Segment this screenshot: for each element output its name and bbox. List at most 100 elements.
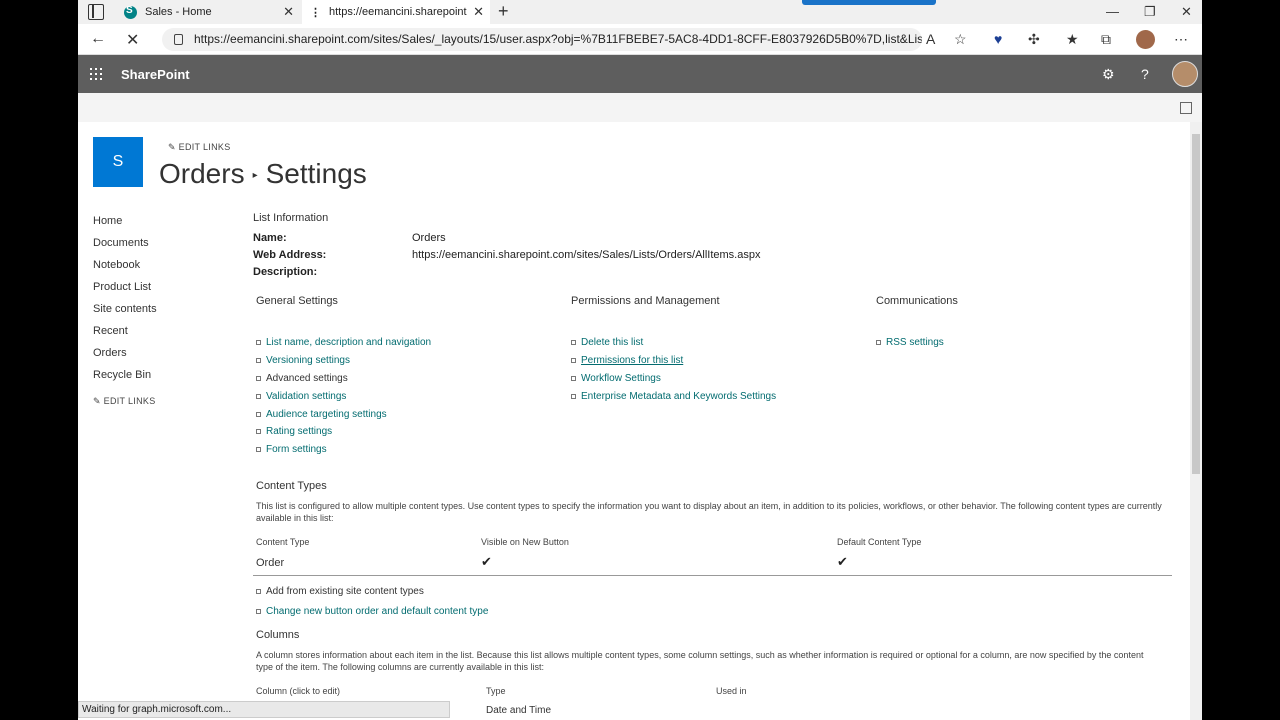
address-bar: ← ✕ https://eemancini.sharepoint.com/sit… [78, 24, 1202, 55]
page-title: Orders ▸ Settings [159, 158, 367, 190]
vertical-scrollbar[interactable] [1190, 122, 1202, 720]
edit-links-top[interactable]: ✎ EDIT LINKS [168, 142, 231, 153]
nav-item-product-list[interactable]: Product List [93, 280, 243, 302]
status-bar: Waiting for graph.microsoft.com... [78, 701, 450, 718]
list-information-heading: List Information [253, 212, 329, 224]
th-type: Type [486, 686, 506, 696]
link-versioning[interactable]: Versioning settings [256, 352, 556, 370]
tab-sales-home[interactable]: Sales - Home ✕ [118, 0, 300, 24]
title-settings: Settings [265, 158, 367, 189]
general-settings-heading: General Settings [256, 295, 338, 307]
th-column: Column (click to edit) [256, 686, 341, 696]
bullet-icon [571, 358, 576, 364]
more-menu-icon[interactable]: ⋯ [1174, 31, 1188, 48]
checkmark-icon: ✔ [837, 554, 848, 569]
nav-item-recycle-bin[interactable]: Recycle Bin [93, 368, 243, 390]
pencil-icon: ✎ [93, 396, 101, 406]
scrollbar-thumb[interactable] [1192, 134, 1200, 474]
tab-label: Sales - Home [145, 6, 212, 18]
pencil-icon: ✎ [168, 142, 176, 152]
heart-shield-icon[interactable]: ♥ [994, 31, 1002, 47]
focus-content-icon[interactable] [1180, 102, 1192, 114]
permissions-section: Permissions and Management Delete this l… [571, 295, 861, 405]
link-change-button-order[interactable]: Change new button order and default cont… [256, 603, 488, 621]
link-enterprise-metadata[interactable]: Enterprise Metadata and Keywords Setting… [571, 387, 861, 405]
back-arrow-icon[interactable]: ← [90, 30, 106, 48]
link-delete-list[interactable]: Delete this list [571, 334, 861, 352]
notification-strip [802, 0, 936, 5]
suite-title[interactable]: SharePoint [121, 67, 190, 82]
ribbon [78, 93, 1202, 122]
window-close-icon[interactable]: ✕ [1181, 4, 1192, 20]
minimize-icon[interactable]: — [1106, 4, 1119, 19]
quick-launch: Home Documents Notebook Product List Sit… [93, 214, 243, 407]
bullet-icon [256, 411, 261, 417]
nav-item-documents[interactable]: Documents [93, 236, 243, 258]
url-text: https://eemancini.sharepoint.com/sites/S… [194, 32, 922, 46]
close-icon[interactable]: ✕ [473, 4, 484, 20]
nav-item-orders[interactable]: Orders [93, 346, 243, 368]
url-field[interactable]: https://eemancini.sharepoint.com/sites/S… [162, 28, 922, 51]
th-visible: Visible on New Button [481, 537, 569, 547]
th-default: Default Content Type [837, 537, 922, 547]
user-avatar[interactable] [1172, 61, 1198, 87]
tab-active[interactable]: ⋮ https://eemancini.sharepoint.co ✕ [302, 0, 490, 24]
checkmark-icon: ✔ [481, 554, 492, 569]
th-content-type: Content Type [256, 537, 310, 547]
help-icon[interactable]: ? [1141, 66, 1149, 82]
link-validation[interactable]: Validation settings [256, 387, 556, 405]
tab-bar: Sales - Home ✕ ⋮ https://eemancini.share… [78, 0, 1202, 24]
bullet-icon [256, 340, 261, 346]
favorite-star-icon[interactable]: ☆ [954, 31, 967, 48]
nav-item-recent[interactable]: Recent [93, 324, 243, 346]
link-rating[interactable]: Rating settings [256, 423, 556, 441]
link-list-name[interactable]: List name, description and navigation [256, 334, 556, 352]
link-add-content-types[interactable]: Add from existing site content types [256, 583, 424, 601]
collections-icon[interactable]: ⧉ [1101, 31, 1111, 48]
communications-section: Communications RSS settings [876, 295, 1126, 352]
site-logo[interactable]: S [93, 137, 143, 187]
tab-actions-icon[interactable] [88, 4, 104, 20]
link-rss[interactable]: RSS settings [876, 334, 1126, 352]
maximize-icon[interactable]: ❐ [1144, 4, 1156, 20]
general-settings-section: General Settings List name, description … [256, 295, 556, 459]
page-content: S ✎ EDIT LINKS Orders ▸ Settings Home Docu… [78, 122, 1190, 720]
extensions-icon[interactable]: ✣ [1028, 31, 1040, 48]
bullet-icon [256, 393, 261, 399]
link-workflow[interactable]: Workflow Settings [571, 370, 861, 388]
content-type-order[interactable]: Order [256, 557, 284, 569]
permissions-heading: Permissions and Management [571, 295, 720, 307]
divider [253, 575, 1172, 576]
bullet-icon [256, 429, 261, 435]
bullet-icon [571, 375, 576, 381]
column-type-value: Date and Time [486, 705, 552, 716]
communications-heading: Communications [876, 295, 958, 307]
bullet-icon [256, 375, 261, 381]
link-permissions[interactable]: Permissions for this list [571, 352, 861, 370]
bullet-icon [256, 589, 261, 595]
title-orders[interactable]: Orders [159, 158, 245, 189]
read-aloud-icon[interactable]: A [926, 31, 935, 47]
sharepoint-favicon-icon [124, 5, 137, 19]
columns-description: A column stores information about each i… [256, 650, 1144, 672]
link-form[interactable]: Form settings [256, 441, 556, 459]
new-tab-icon[interactable]: + [498, 1, 509, 22]
breadcrumb-separator: ▸ [252, 170, 258, 182]
nav-item-site-contents[interactable]: Site contents [93, 302, 243, 324]
lock-icon [174, 34, 183, 45]
gear-icon[interactable]: ⚙ [1102, 66, 1115, 83]
app-launcher-icon[interactable] [90, 68, 102, 80]
stop-loading-icon[interactable]: ✕ [126, 30, 139, 50]
close-icon[interactable]: ✕ [283, 4, 294, 20]
sharepoint-suite-bar: SharePoint ⚙ ? [78, 55, 1202, 93]
nav-item-notebook[interactable]: Notebook [93, 258, 243, 280]
nav-item-home[interactable]: Home [93, 214, 243, 236]
edit-links-left[interactable]: ✎ EDIT LINKS [93, 396, 243, 407]
favorites-icon[interactable]: ★ [1066, 31, 1079, 48]
link-audience-targeting[interactable]: Audience targeting settings [256, 405, 556, 423]
bullet-icon [256, 358, 261, 364]
profile-avatar[interactable] [1136, 30, 1155, 49]
columns-heading: Columns [256, 629, 300, 641]
link-advanced[interactable]: Advanced settings [256, 370, 556, 388]
th-used-in: Used in [716, 686, 747, 696]
